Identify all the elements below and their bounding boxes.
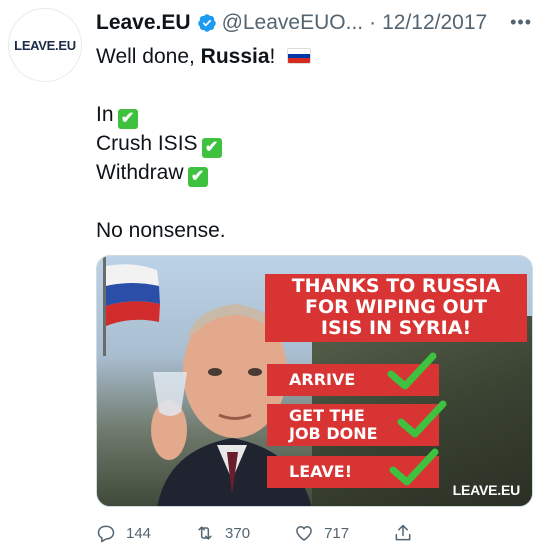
- tweet-card[interactable]: LEAVE.EU Leave.EU @LeaveEUO... · 12/12/2…: [0, 0, 546, 548]
- check-mark-icon: ✔: [117, 109, 138, 129]
- check-mark-icon: [389, 448, 439, 486]
- text-line-in: In ✔: [96, 100, 516, 129]
- avatar[interactable]: LEAVE.EU: [8, 8, 82, 82]
- tweet-actions: 144 370 717: [96, 520, 476, 546]
- russia-flag-icon: [287, 48, 312, 64]
- avatar-logo-text: LEAVE.EU: [14, 37, 76, 53]
- reply-count: 144: [126, 524, 152, 542]
- check-mark-icon: [387, 352, 437, 390]
- check-mark-icon: ✔: [187, 167, 208, 187]
- tweet-date[interactable]: 12/12/2017: [382, 11, 487, 35]
- share-icon: [395, 524, 411, 541]
- verified-badge-icon: [197, 14, 216, 32]
- tweet-header: Leave.EU @LeaveEUO... · 12/12/2017 •••: [96, 8, 532, 38]
- more-options-icon[interactable]: •••: [510, 12, 532, 33]
- like-button[interactable]: 717: [294, 523, 349, 543]
- text-line-withdraw: Withdraw ✔: [96, 158, 516, 187]
- tweet-text: Well done, Russia! In ✔ Crush ISIS ✔ Withd…: [96, 42, 516, 245]
- author-name[interactable]: Leave.EU: [96, 11, 191, 35]
- reply-icon: [97, 525, 115, 543]
- reply-button[interactable]: 144: [96, 523, 151, 543]
- separator-dot: ·: [369, 11, 377, 34]
- banner-headline: THANKS TO RUSSIA FOR WIPING OUT ISIS IN …: [265, 274, 527, 342]
- retweet-icon: [198, 526, 212, 540]
- text-russia-bold: Russia: [200, 45, 270, 68]
- like-icon: [296, 525, 312, 541]
- text-line-closing: No nonsense.: [96, 219, 226, 242]
- like-count: 717: [324, 524, 350, 542]
- text-line-greeting: Well done, Russia!: [96, 42, 516, 71]
- check-mark-icon: [397, 400, 447, 438]
- retweet-button[interactable]: 370: [195, 523, 250, 543]
- tweet-media-image[interactable]: THANKS TO RUSSIA FOR WIPING OUT ISIS IN …: [96, 255, 533, 507]
- media-logo: LEAVE.EU: [452, 482, 521, 498]
- check-mark-icon: ✔: [201, 138, 222, 158]
- text-line-crush-isis: Crush ISIS ✔: [96, 129, 516, 158]
- retweet-count: 370: [225, 524, 251, 542]
- author-handle[interactable]: @LeaveEUO...: [222, 11, 364, 35]
- share-button[interactable]: [393, 523, 423, 543]
